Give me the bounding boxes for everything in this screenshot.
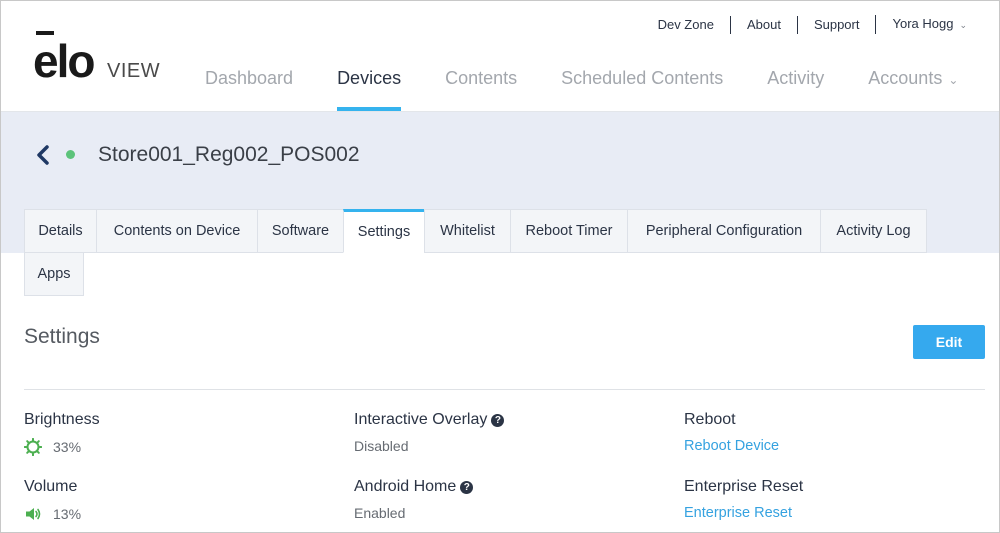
main-nav: Dashboard Devices Contents Scheduled Con… bbox=[183, 61, 980, 111]
app-frame: elo VIEW Dev Zone About Support Yora Hog… bbox=[0, 0, 1000, 533]
interactive-overlay-label-row: Interactive Overlay ? bbox=[354, 411, 505, 429]
svg-text:elo: elo bbox=[33, 35, 94, 85]
nav-activity[interactable]: Activity bbox=[745, 61, 846, 111]
tab-details[interactable]: Details bbox=[24, 209, 97, 253]
nav-scheduled-contents[interactable]: Scheduled Contents bbox=[539, 61, 745, 111]
volume-setting: Volume 13% bbox=[24, 478, 81, 523]
android-home-value: Enabled bbox=[354, 505, 406, 521]
volume-value-row: 13% bbox=[24, 505, 81, 523]
elo-view-logo[interactable]: elo VIEW bbox=[33, 29, 163, 85]
enterprise-reset-setting: Enterprise Reset Enterprise Reset bbox=[684, 478, 803, 521]
nav-contents[interactable]: Contents bbox=[423, 61, 539, 111]
tab-whitelist[interactable]: Whitelist bbox=[424, 209, 511, 253]
reboot-label: Reboot bbox=[684, 411, 736, 428]
help-icon[interactable]: ? bbox=[460, 480, 474, 494]
online-status-icon bbox=[66, 150, 75, 159]
android-home-label-row: Android Home ? bbox=[354, 478, 474, 496]
nav-devices[interactable]: Devices bbox=[315, 61, 423, 111]
nav-accounts-label: Accounts bbox=[868, 68, 943, 88]
help-icon[interactable]: ? bbox=[491, 413, 505, 427]
brightness-label: Brightness bbox=[24, 411, 100, 428]
tab-contents-on-device[interactable]: Contents on Device bbox=[96, 209, 258, 253]
android-home-setting: Android Home ? Enabled bbox=[354, 478, 474, 521]
dev-zone-link[interactable]: Dev Zone bbox=[642, 16, 730, 34]
user-name: Yora Hogg bbox=[892, 16, 954, 31]
volume-icon bbox=[26, 508, 41, 520]
tab-apps[interactable]: Apps bbox=[24, 252, 84, 296]
tab-software[interactable]: Software bbox=[257, 209, 344, 253]
tab-activity-log[interactable]: Activity Log bbox=[820, 209, 927, 253]
interactive-overlay-setting: Interactive Overlay ? Disabled bbox=[354, 411, 505, 454]
support-link[interactable]: Support bbox=[796, 15, 876, 34]
about-link[interactable]: About bbox=[729, 15, 797, 34]
tab-settings[interactable]: Settings bbox=[343, 209, 425, 253]
brightness-value: 33% bbox=[53, 439, 82, 455]
brightness-setting: Brightness 33% bbox=[24, 411, 100, 456]
interactive-overlay-label: Interactive Overlay bbox=[354, 411, 488, 428]
chevron-down-icon: ⌄ bbox=[948, 73, 959, 87]
tab-peripheral-configuration[interactable]: Peripheral Configuration bbox=[627, 209, 821, 253]
user-menu[interactable]: Yora Hogg ⌄ bbox=[875, 15, 983, 34]
back-arrow-icon[interactable] bbox=[35, 144, 51, 166]
svg-text:VIEW: VIEW bbox=[107, 60, 160, 82]
nav-dashboard[interactable]: Dashboard bbox=[183, 61, 315, 111]
chevron-down-icon: ⌄ bbox=[959, 20, 967, 30]
device-name: Store001_Reg002_POS002 bbox=[98, 143, 360, 166]
volume-value: 13% bbox=[53, 506, 82, 522]
brightness-value-row: 33% bbox=[24, 438, 100, 456]
reboot-device-link[interactable]: Reboot Device bbox=[684, 438, 779, 454]
divider bbox=[24, 389, 985, 390]
enterprise-reset-label: Enterprise Reset bbox=[684, 478, 804, 495]
edit-button[interactable]: Edit bbox=[913, 325, 985, 359]
brightness-icon bbox=[24, 438, 42, 456]
reboot-setting: Reboot Reboot Device bbox=[684, 411, 779, 454]
android-home-label: Android Home bbox=[354, 478, 457, 495]
nav-accounts[interactable]: Accounts ⌄ bbox=[846, 61, 980, 111]
interactive-overlay-value: Disabled bbox=[354, 438, 409, 454]
header: elo VIEW Dev Zone About Support Yora Hog… bbox=[1, 1, 999, 112]
enterprise-reset-link[interactable]: Enterprise Reset bbox=[684, 505, 803, 521]
volume-label: Volume bbox=[24, 478, 78, 495]
utility-nav: Dev Zone About Support Yora Hogg ⌄ bbox=[642, 15, 983, 34]
section-title: Settings bbox=[24, 325, 100, 348]
tab-reboot-timer[interactable]: Reboot Timer bbox=[510, 209, 628, 253]
